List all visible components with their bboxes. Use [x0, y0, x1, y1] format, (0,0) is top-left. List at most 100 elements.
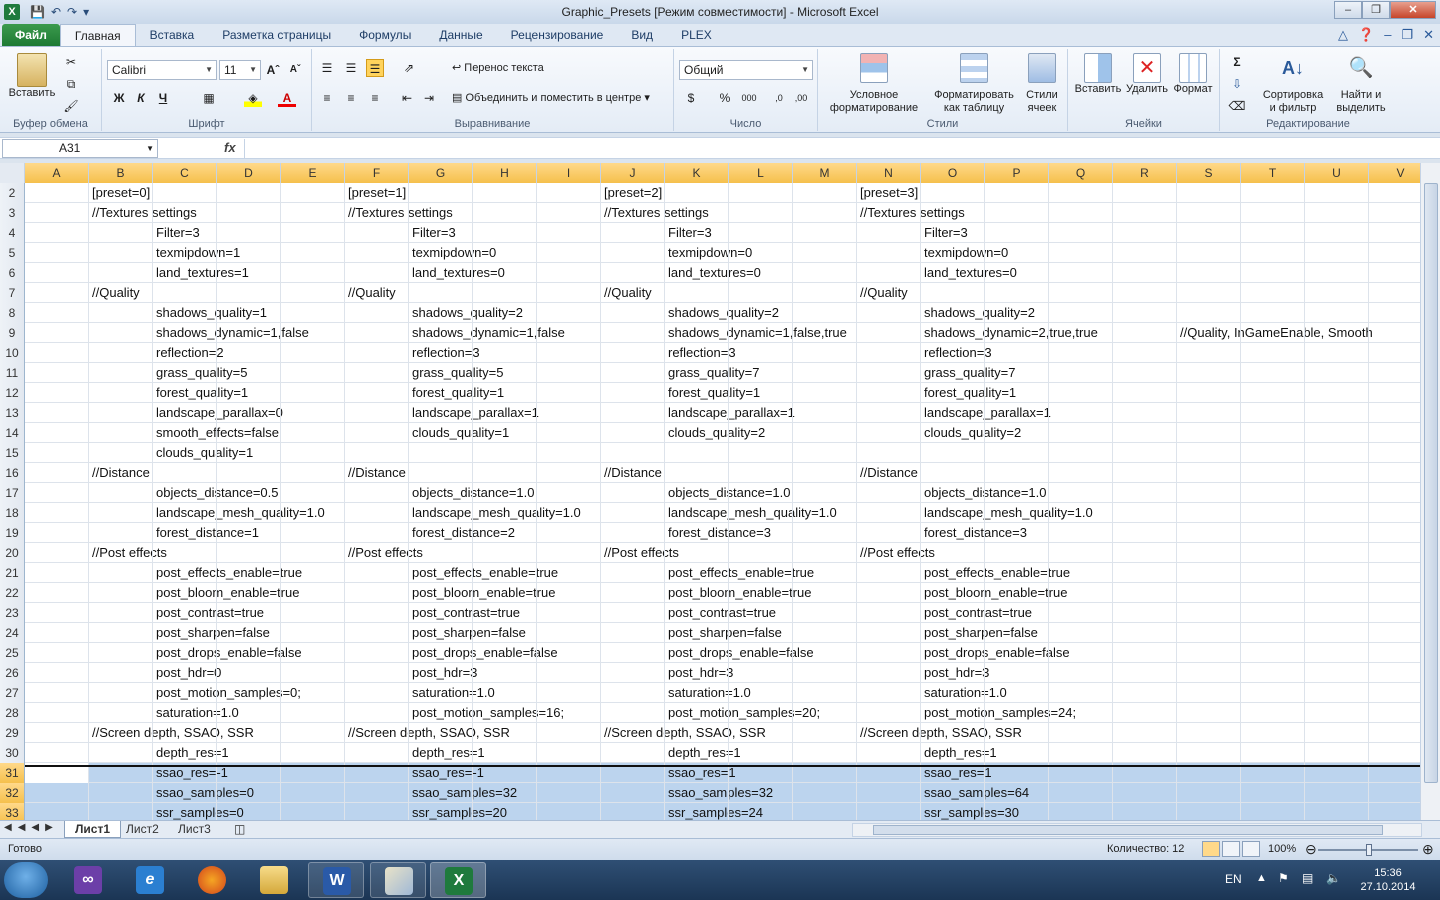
cell-o33[interactable]: ssr_samples=30	[921, 803, 1019, 820]
tab-review[interactable]: Рецензирование	[497, 24, 618, 46]
cell-g14[interactable]: clouds_quality=1	[409, 423, 509, 443]
font-name-combo[interactable]: Calibri ▼	[107, 60, 217, 80]
cell-k23[interactable]: post_contrast=true	[665, 603, 776, 623]
cell-c13[interactable]: landscape_parallax=0	[153, 403, 283, 423]
cut-icon[interactable]: ✂	[62, 53, 80, 71]
row-header[interactable]: 7	[0, 283, 25, 303]
cell-c33[interactable]: ssr_samples=0	[153, 803, 244, 820]
row-header[interactable]: 12	[0, 383, 25, 403]
increase-decimal-icon[interactable]: ,0	[770, 89, 788, 107]
vertical-scrollbar[interactable]	[1420, 163, 1440, 820]
cell-g13[interactable]: landscape_parallax=1	[409, 403, 539, 423]
cell-n16[interactable]: //Distance	[857, 463, 918, 483]
bold-icon[interactable]: Ж	[110, 89, 128, 107]
insert-sheet-icon[interactable]: ◫	[224, 821, 255, 838]
decrease-decimal-icon[interactable]: ,00	[792, 89, 810, 107]
cell-n20[interactable]: //Post effects	[857, 543, 935, 563]
customize-toolbar-icon[interactable]: ▾	[83, 5, 89, 19]
cell-g26[interactable]: post_hdr=3	[409, 663, 477, 683]
formula-input[interactable]	[244, 139, 1422, 158]
row-header[interactable]: 6	[0, 263, 25, 283]
sort-filter-button[interactable]: A↓ Сортировка и фильтр	[1260, 53, 1326, 115]
decrease-indent-icon[interactable]: ⇤	[398, 89, 416, 107]
sheet-nav-arrows[interactable]: ◀◀◀▶	[4, 822, 59, 833]
column-header-d[interactable]: D	[217, 163, 281, 183]
row-header[interactable]: 29	[0, 723, 25, 743]
cell-styles-button[interactable]: Стили ячеек	[1020, 53, 1064, 115]
row-header[interactable]: 4	[0, 223, 25, 243]
cell-o30[interactable]: depth_res=1	[921, 743, 997, 763]
row-header[interactable]: 33	[0, 803, 25, 820]
align-right-icon[interactable]: ≡	[366, 89, 384, 107]
horizontal-scroll-thumb[interactable]	[873, 825, 1383, 835]
paste-button[interactable]: Вставить	[6, 53, 58, 99]
format-painter-icon[interactable]: 🖌	[62, 97, 80, 115]
zoom-out-icon[interactable]: ⊖	[1305, 841, 1317, 858]
cell-k18[interactable]: landscape_mesh_quality=1.0	[665, 503, 837, 523]
cell-c28[interactable]: saturation=1.0	[153, 703, 239, 723]
row-header[interactable]: 3	[0, 203, 25, 223]
borders-icon[interactable]: ▦	[200, 89, 218, 107]
cell-n3[interactable]: //Textures settings	[857, 203, 965, 223]
cell-g11[interactable]: grass_quality=5	[409, 363, 503, 383]
taskbar-app-explorer[interactable]	[246, 862, 302, 898]
cell-k12[interactable]: forest_quality=1	[665, 383, 760, 403]
select-all-corner[interactable]	[0, 163, 25, 183]
cell-c9[interactable]: shadows_dynamic=1,false	[153, 323, 309, 343]
row-header[interactable]: 9	[0, 323, 25, 343]
align-left-icon[interactable]: ≡	[318, 89, 336, 107]
cell-k4[interactable]: Filter=3	[665, 223, 712, 243]
cell-c6[interactable]: land_textures=1	[153, 263, 249, 283]
cell-f20[interactable]: //Post effects	[345, 543, 423, 563]
column-header-j[interactable]: J	[601, 163, 665, 183]
cell-g19[interactable]: forest_distance=2	[409, 523, 515, 543]
cell-f29[interactable]: //Screen depth, SSAO, SSR	[345, 723, 510, 743]
row-header[interactable]: 31	[0, 763, 25, 783]
cell-f2[interactable]: [preset=1]	[345, 183, 406, 203]
taskbar-app-ie[interactable]: e	[122, 862, 178, 898]
insert-cells-button[interactable]: Вставить	[1072, 53, 1124, 95]
cell-g12[interactable]: forest_quality=1	[409, 383, 504, 403]
row-header[interactable]: 20	[0, 543, 25, 563]
grow-font-icon[interactable]: Aˆ	[264, 61, 282, 79]
zoom-slider-knob[interactable]	[1366, 844, 1372, 856]
row-header[interactable]: 15	[0, 443, 25, 463]
cell-j16[interactable]: //Distance	[601, 463, 662, 483]
column-header-g[interactable]: G	[409, 163, 473, 183]
column-header-k[interactable]: K	[665, 163, 729, 183]
redo-icon[interactable]: ↷	[67, 5, 77, 19]
cell-b7[interactable]: //Quality	[89, 283, 140, 303]
zoom-slider[interactable]	[1318, 844, 1418, 856]
help-icon[interactable]: ❓	[1358, 27, 1374, 43]
doc-minimize-icon[interactable]: –	[1384, 27, 1391, 43]
align-middle-icon[interactable]: ☰	[342, 59, 360, 77]
cell-c26[interactable]: post_hdr=0	[153, 663, 221, 683]
vertical-scroll-thumb[interactable]	[1424, 183, 1438, 783]
volume-icon[interactable]: 🔈	[1326, 871, 1341, 885]
cell-g18[interactable]: landscape_mesh_quality=1.0	[409, 503, 581, 523]
cell-f7[interactable]: //Quality	[345, 283, 396, 303]
column-header-a[interactable]: A	[25, 163, 89, 183]
cell-b20[interactable]: //Post effects	[89, 543, 167, 563]
worksheet-grid[interactable]: ABCDEFGHIJKLMNOPQRSTUV 2 [preset=0] [prese…	[0, 163, 1440, 820]
fill-color-icon[interactable]: ◈	[244, 89, 262, 107]
cell-g30[interactable]: depth_res=1	[409, 743, 485, 763]
cell-b16[interactable]: //Distance	[89, 463, 150, 483]
row-header[interactable]: 21	[0, 563, 25, 583]
shrink-font-icon[interactable]: Aˇ	[286, 61, 304, 79]
number-format-combo[interactable]: Общий ▼	[679, 60, 813, 80]
row-header[interactable]: 27	[0, 683, 25, 703]
row-header[interactable]: 22	[0, 583, 25, 603]
row-header[interactable]: 18	[0, 503, 25, 523]
cell-c22[interactable]: post_bloom_enable=true	[153, 583, 299, 603]
cell-o5[interactable]: texmipdown=0	[921, 243, 1008, 263]
column-header-b[interactable]: B	[89, 163, 153, 183]
column-header-l[interactable]: L	[729, 163, 793, 183]
row-header[interactable]: 5	[0, 243, 25, 263]
row-header[interactable]: 26	[0, 663, 25, 683]
tab-page-layout[interactable]: Разметка страницы	[208, 24, 345, 46]
column-header-s[interactable]: S	[1177, 163, 1241, 183]
cell-g27[interactable]: saturation=1.0	[409, 683, 495, 703]
cell-c4[interactable]: Filter=3	[153, 223, 200, 243]
cell-o8[interactable]: shadows_quality=2	[921, 303, 1035, 323]
